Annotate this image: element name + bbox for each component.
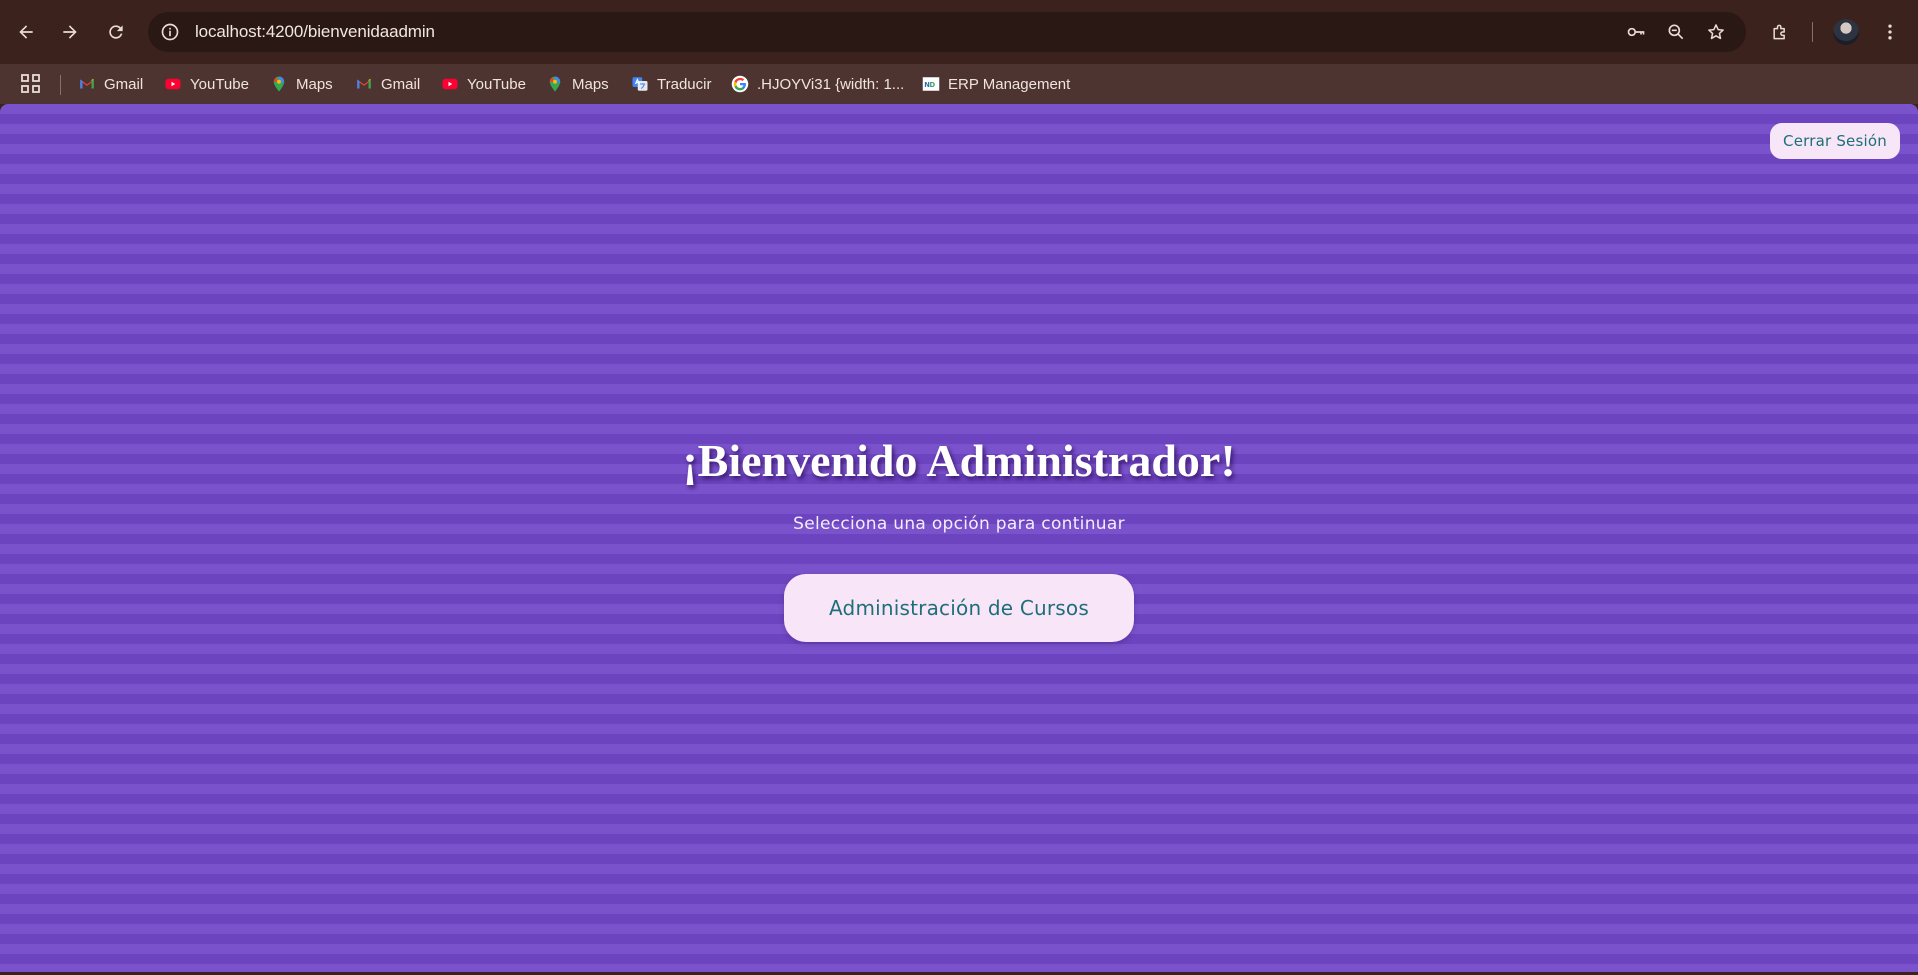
browser-toolbar: localhost:4200/bienvenidaadmin <box>0 0 1918 64</box>
maps-icon <box>546 75 564 93</box>
bookmark-youtube[interactable]: YouTube <box>441 72 526 96</box>
bookmark-youtube[interactable]: YouTube <box>164 72 249 96</box>
bookmark-star-button[interactable] <box>1704 20 1728 44</box>
youtube-icon <box>164 75 182 93</box>
toolbar-divider <box>1812 22 1813 42</box>
page-subtitle: Selecciona una opción para continuar <box>793 514 1125 534</box>
reload-button[interactable] <box>98 14 134 50</box>
google-icon <box>731 75 749 93</box>
bookmarks-bar: Gmail YouTube Maps Gmail YouTube Maps Tr… <box>0 64 1918 104</box>
bookmark-gmail[interactable]: Gmail <box>355 72 420 96</box>
bookmarks-divider <box>60 75 61 95</box>
kebab-menu-icon <box>1888 24 1892 40</box>
star-icon <box>1708 24 1724 40</box>
profile-avatar[interactable] <box>1833 19 1859 45</box>
bookmark-label: YouTube <box>467 75 526 93</box>
forward-button[interactable] <box>52 14 88 50</box>
zoom-out-icon <box>1668 24 1684 40</box>
course-administration-button[interactable]: Administración de Cursos <box>784 574 1134 642</box>
page-viewport: Cerrar Sesión ¡Bienvenido Administrador!… <box>0 104 1918 972</box>
forward-arrow-icon <box>63 25 77 39</box>
site-info-button[interactable] <box>158 20 182 44</box>
reload-icon <box>109 25 123 39</box>
password-key-button[interactable] <box>1624 20 1648 44</box>
zoom-button[interactable] <box>1664 20 1688 44</box>
url-text: localhost:4200/bienvenidaadmin <box>195 22 435 41</box>
bookmark-maps[interactable]: Maps <box>546 72 609 96</box>
bookmark-label: ERP Management <box>948 75 1071 93</box>
bookmark-erp-management[interactable]: ND ERP Management <box>922 72 1070 96</box>
gmail-icon <box>355 75 373 93</box>
address-bar[interactable]: localhost:4200/bienvenidaadmin <box>148 12 1746 52</box>
bookmark-google-doc[interactable]: .HJOYVi31 {width: 1... <box>731 72 904 96</box>
bookmark-label: .HJOYVi31 {width: 1... <box>757 75 905 93</box>
youtube-icon <box>441 75 459 93</box>
back-button[interactable] <box>8 14 44 50</box>
back-arrow-icon <box>19 25 33 39</box>
apps-grid-icon[interactable] <box>20 73 42 95</box>
maps-icon <box>270 75 288 93</box>
erp-icon: ND <box>922 75 940 93</box>
bookmark-maps[interactable]: Maps <box>270 72 333 96</box>
bookmark-label: Traducir <box>657 75 712 93</box>
puzzle-icon <box>1773 24 1785 40</box>
bookmark-label: Gmail <box>381 75 421 93</box>
translate-icon <box>631 75 649 93</box>
svg-text:D: D <box>930 81 936 89</box>
logout-button[interactable]: Cerrar Sesión <box>1770 123 1900 159</box>
info-icon <box>161 23 179 41</box>
page-title: ¡Bienvenido Administrador! <box>682 435 1236 486</box>
bookmark-label: Gmail <box>104 75 144 93</box>
bookmark-label: Maps <box>296 75 333 93</box>
gmail-icon <box>78 75 96 93</box>
key-icon <box>1627 27 1645 37</box>
extensions-button[interactable] <box>1762 14 1798 50</box>
browser-menu-button[interactable] <box>1872 14 1908 50</box>
bookmark-traducir[interactable]: Traducir <box>631 72 711 96</box>
bookmark-label: Maps <box>572 75 609 93</box>
bookmark-gmail[interactable]: Gmail <box>78 72 143 96</box>
bookmark-label: YouTube <box>190 75 249 93</box>
